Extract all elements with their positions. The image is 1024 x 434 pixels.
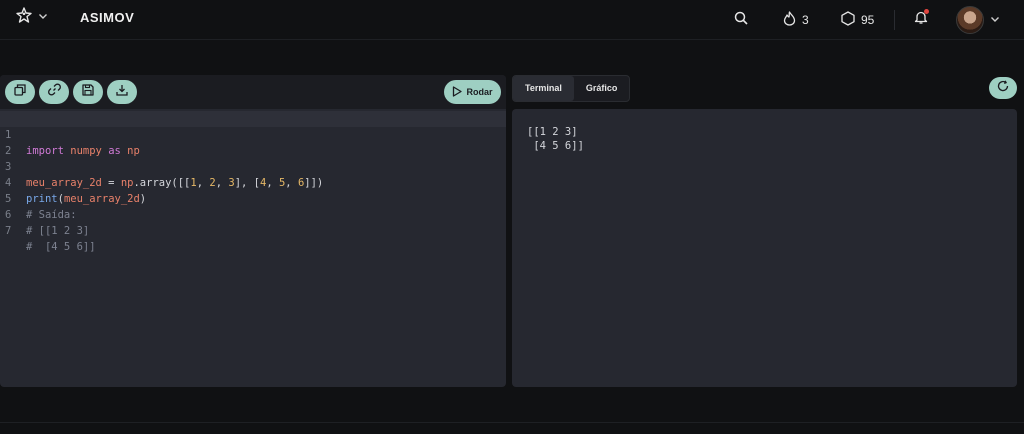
gems-counter[interactable]: 95 [841,0,874,40]
code-editor-panel: Rodar 1 import numpy as np 2 3 meu_array… [0,75,506,387]
code-line[interactable]: 1 import numpy as np [0,111,506,157]
terminal-line: [[1 2 3] [527,126,578,138]
subheader-strip [0,40,1024,75]
terminal-line: [4 5 6]] [527,140,584,152]
profile-menu[interactable] [956,0,1000,40]
output-tabs: Terminal Gráfico [512,75,631,102]
code-area[interactable]: 1 import numpy as np 2 3 meu_array_2d = … [0,111,506,387]
code-line[interactable]: 7 # [4 5 6]] [0,207,506,253]
copy-button[interactable] [5,80,35,104]
star-person-icon [16,7,32,25]
search-button[interactable] [734,0,748,40]
streak-count: 3 [802,13,809,27]
code-line[interactable]: 3 meu_array_2d = np.array([[1, 2, 3], [4… [0,143,506,189]
tab-terminal[interactable]: Terminal [513,76,574,101]
save-button[interactable] [73,80,103,104]
link-icon [47,83,61,101]
code-line[interactable]: 4 print(meu_array_2d) [0,159,506,205]
gems-count: 95 [861,13,875,27]
top-navbar: ASIMOV 3 95 [0,0,1024,40]
avatar [956,6,984,34]
code-line[interactable]: 5 # Saída: [0,175,506,221]
flame-icon [783,11,796,29]
download-icon [116,83,128,101]
refresh-button[interactable] [989,77,1017,99]
logo-menu[interactable] [16,7,48,25]
editor-toolbar: Rodar [0,75,506,109]
notification-dot [924,9,929,14]
share-link-button[interactable] [39,80,69,104]
save-icon [82,83,94,101]
hexagon-icon [841,11,855,29]
streak-counter[interactable]: 3 [783,0,809,40]
run-button[interactable]: Rodar [444,80,501,104]
search-icon [734,11,748,30]
run-label: Rodar [466,87,493,97]
notifications-button[interactable] [914,0,929,40]
download-button[interactable] [107,80,137,104]
code-line[interactable]: 2 [0,127,506,157]
chevron-down-icon [990,11,1000,29]
chevron-down-icon [38,11,48,21]
terminal-output: [[1 2 3] [4 5 6]] [512,109,1017,387]
brand-name[interactable]: ASIMOV [80,10,134,25]
nav-divider [894,10,895,30]
refresh-icon [997,79,1009,97]
code-comment: # [4 5 6]] [26,241,96,253]
line-number: 7 [5,225,12,237]
tab-grafico[interactable]: Gráfico [574,76,630,101]
copy-icon [14,83,26,101]
footer-divider [0,422,1024,423]
play-icon [452,85,463,99]
code-line[interactable]: 6 # [[1 2 3] [0,191,506,237]
